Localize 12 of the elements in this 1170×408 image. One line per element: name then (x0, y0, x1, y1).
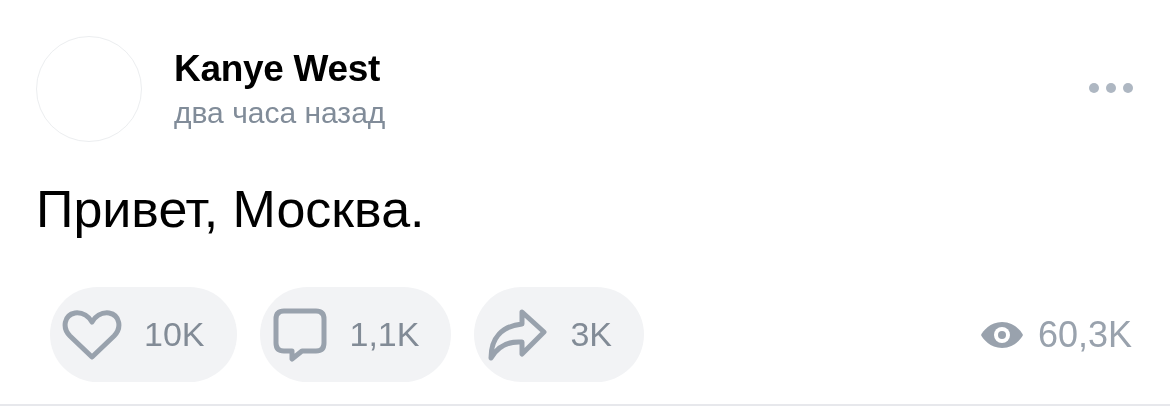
view-count: 60,3K (1037, 313, 1132, 356)
heart-icon (62, 308, 122, 361)
speech-bubble-icon (271, 306, 328, 363)
author-name[interactable]: Kanye West (174, 48, 1088, 90)
eye-icon (979, 319, 1024, 350)
post-text: Привет, Москва. (35, 179, 426, 240)
more-icon[interactable] (1088, 82, 1134, 94)
comment-button[interactable]: 1,1K (259, 287, 452, 382)
share-arrow-icon (486, 307, 549, 362)
post-time: два часа назад (174, 96, 387, 130)
share-button[interactable]: 3K (474, 287, 645, 382)
like-button[interactable]: 10K (50, 287, 237, 382)
